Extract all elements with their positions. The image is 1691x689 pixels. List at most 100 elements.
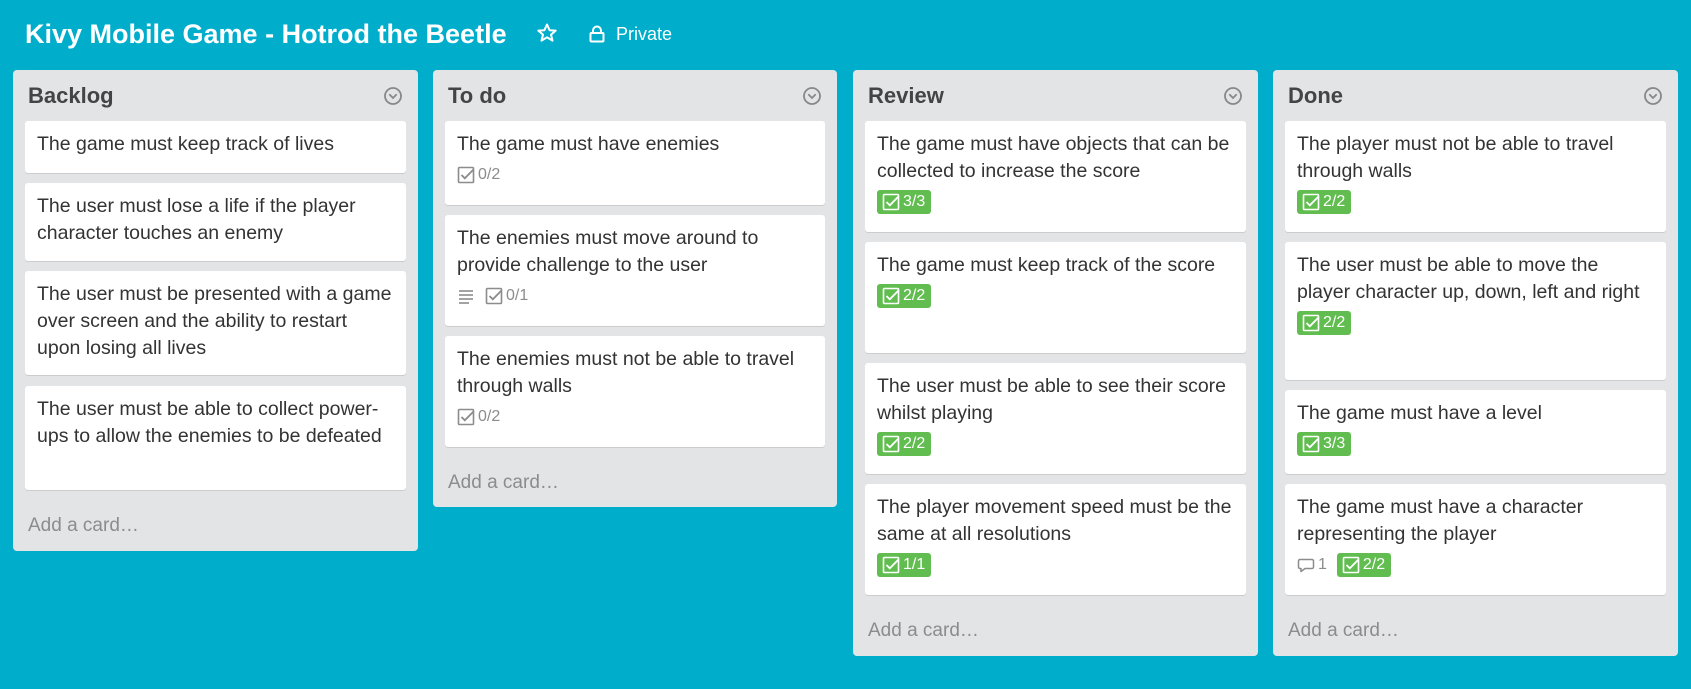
card[interactable]: The game must have objects that can be c… (865, 121, 1246, 232)
card[interactable]: The user must be able to move the player… (1285, 242, 1666, 380)
card[interactable]: The enemies must move around to provide … (445, 215, 825, 326)
board-title[interactable]: Kivy Mobile Game - Hotrod the Beetle (25, 17, 507, 51)
checkbox-icon (1302, 314, 1320, 332)
checklist-count: 2/2 (903, 287, 926, 304)
card-title: The enemies must not be able to travel t… (457, 348, 795, 397)
checkbox-icon (485, 287, 503, 305)
checklist-badge: 3/3 (877, 190, 932, 214)
checklist-badge: 2/2 (1336, 553, 1392, 577)
list-menu-icon[interactable] (1643, 86, 1663, 106)
card[interactable]: The game must keep track of lives (25, 121, 406, 173)
checklist-badge: 0/1 (485, 284, 528, 308)
checklist-badge: 3/3 (1297, 432, 1352, 456)
card-title: The user must be presented with a game o… (37, 283, 392, 359)
comments-badge: 1 (1297, 553, 1327, 577)
card-title: The user must lose a life if the player … (37, 195, 356, 244)
checklist-badge: 2/2 (1297, 311, 1352, 335)
card-title: The game must have a level (1297, 402, 1542, 424)
card-title: The enemies must move around to provide … (457, 227, 759, 276)
list-menu-icon[interactable] (1223, 86, 1243, 106)
card-title: The user must be able to see their score… (877, 375, 1227, 424)
list-review: Review The game must have objects that c… (853, 70, 1258, 656)
checkbox-icon (882, 287, 900, 305)
comments-count: 1 (1318, 556, 1327, 573)
card-badges: 1/1 (877, 552, 1234, 578)
checklist-badge: 2/2 (877, 284, 932, 308)
add-card-button[interactable]: Add a card… (1288, 618, 1399, 644)
checkbox-icon (457, 166, 475, 184)
card[interactable]: The user must be able to see their score… (865, 363, 1246, 474)
checkbox-icon (457, 408, 475, 426)
add-card-button[interactable]: Add a card… (448, 470, 559, 496)
card[interactable]: The user must be able to collect power-u… (25, 386, 406, 490)
checkbox-icon (882, 435, 900, 453)
card-badges: 3/3 (877, 189, 1234, 215)
card-badges: 2/2 (877, 431, 1234, 457)
card-title: The user must be able to move the player… (1297, 254, 1640, 303)
card[interactable]: The player must not be able to travel th… (1285, 121, 1666, 232)
list-done: Done The player must not be able to trav… (1273, 70, 1678, 656)
card[interactable]: The player movement speed must be the sa… (865, 484, 1246, 595)
star-button[interactable] (536, 22, 558, 44)
privacy-button[interactable]: Private (588, 20, 672, 48)
card-badges: 1 2/2 (1297, 552, 1654, 578)
checklist-badge: 2/2 (1297, 190, 1352, 214)
list-title[interactable]: Backlog (28, 82, 114, 110)
card-title: The player movement speed must be the sa… (877, 496, 1232, 545)
checklist-count: 2/2 (1323, 314, 1346, 331)
checkbox-icon (1302, 193, 1320, 211)
privacy-label: Private (616, 23, 673, 44)
card[interactable]: The game must have a level 3/3 (1285, 390, 1666, 474)
description-badge (457, 284, 475, 308)
card-badges: 2/2 (1297, 189, 1654, 215)
add-card-button[interactable]: Add a card… (868, 618, 979, 644)
list-header: Done (1273, 70, 1678, 126)
checklist-count: 2/2 (903, 435, 926, 452)
list-menu-icon[interactable] (802, 86, 822, 106)
checklist-count: 2/2 (1362, 556, 1386, 573)
card-badges: 2/2 (1297, 310, 1654, 336)
checklist-badge: 0/2 (457, 163, 500, 187)
checklist-count: 1/1 (903, 556, 926, 573)
card-title: The game must have enemies (457, 133, 720, 155)
list-title[interactable]: Review (868, 82, 944, 110)
checkbox-icon (1342, 556, 1360, 574)
checklist-badge: 0/2 (457, 405, 500, 429)
lock-icon (589, 25, 605, 43)
card[interactable]: The game must have enemies 0/2 (445, 121, 825, 205)
description-icon (459, 290, 473, 304)
checkbox-icon (882, 193, 900, 211)
card-title: The user must be able to collect power-u… (37, 398, 382, 447)
card[interactable]: The user must be presented with a game o… (25, 271, 406, 375)
add-card-button[interactable]: Add a card… (28, 513, 139, 539)
list-header: To do (433, 70, 837, 126)
card-badges: 3/3 (1297, 431, 1654, 457)
card-badges: 0/1 (457, 283, 813, 309)
card-title: The game must keep track of lives (37, 133, 334, 155)
checklist-count: 3/3 (903, 193, 926, 210)
checklist-badge: 2/2 (877, 432, 932, 456)
card-title: The player must not be able to travel th… (1297, 133, 1614, 182)
checklist-count: 3/3 (1323, 435, 1346, 452)
checklist-count: 0/1 (506, 287, 529, 304)
card[interactable]: The game must have a character represent… (1285, 484, 1666, 595)
card-title: The game must keep track of the score (877, 254, 1216, 276)
list-title[interactable]: Done (1288, 82, 1343, 110)
board-header: Kivy Mobile Game - Hotrod the Beetle Pri… (0, 0, 1691, 68)
list-title[interactable]: To do (448, 82, 506, 110)
checklist-count: 2/2 (1323, 193, 1346, 210)
card[interactable]: The user must lose a life if the player … (25, 183, 406, 261)
list-header: Review (853, 70, 1258, 126)
star-icon (537, 23, 557, 42)
card-badges: 0/2 (457, 404, 813, 430)
list-header: Backlog (13, 70, 418, 126)
checklist-badge: 1/1 (877, 553, 932, 577)
list-menu-icon[interactable] (383, 86, 403, 106)
checkbox-icon (1302, 435, 1320, 453)
checkbox-icon (882, 556, 900, 574)
card[interactable]: The enemies must not be able to travel t… (445, 336, 825, 447)
list-backlog: Backlog The game must keep track of live… (13, 70, 418, 551)
card-title: The game must have a character represent… (1297, 496, 1584, 545)
card[interactable]: The game must keep track of the score 2/… (865, 242, 1246, 353)
list-to-do: To do The game must have enemies 0/2 The… (433, 70, 837, 507)
